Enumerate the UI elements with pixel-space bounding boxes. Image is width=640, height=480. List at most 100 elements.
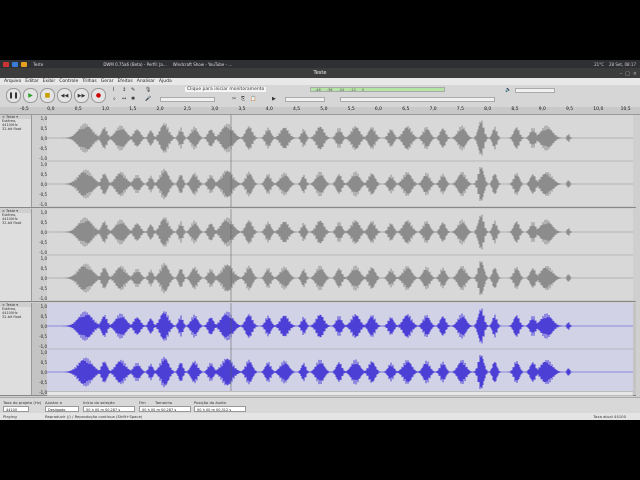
window-titlebar[interactable]: Teste – □ ×: [0, 68, 640, 78]
weather-text: 21°C: [594, 61, 604, 67]
meter-tick: -24: [338, 87, 345, 92]
files-icon[interactable]: [12, 61, 18, 67]
skip-end-button[interactable]: ▶▶: [74, 88, 89, 103]
ruler-tick-label: 5,0: [320, 107, 328, 112]
ruler-tick-label: 7,5: [456, 107, 464, 112]
multi-tool-icon[interactable]: ✱: [131, 96, 135, 102]
meter-tick: 0: [361, 87, 365, 92]
amplitude-scale-label: 1,0: [40, 116, 47, 121]
waveform[interactable]: [47, 209, 633, 301]
menu-efeitos[interactable]: Efeitos: [117, 79, 132, 84]
track-control-panel[interactable]: × Teste ▾ Estéreo, 44100Hz 32-bit float: [0, 209, 32, 301]
menu-ajuda[interactable]: Ajuda: [159, 79, 172, 84]
track-control-panel[interactable]: × Teste ▾ Estéreo, 44100Hz 32-bit float: [0, 115, 32, 207]
stop-button[interactable]: ■: [40, 88, 55, 103]
horizontal-scrollbar[interactable]: [47, 391, 633, 396]
ruler-tick-label: 1,0: [101, 107, 110, 112]
status-bar: Playing Reproduzir (/) / Reprodução cont…: [0, 413, 640, 420]
timeshift-tool-icon[interactable]: ↔: [122, 96, 126, 102]
paste-icon[interactable]: 📋: [250, 96, 256, 102]
menu-trilhas[interactable]: Trilhas: [82, 79, 96, 84]
project-rate-select[interactable]: 44100: [3, 406, 29, 412]
audio-track[interactable]: × Teste ▾ Estéreo, 44100Hz 32-bit float 1,0…: [0, 303, 636, 396]
play-at-speed-icon[interactable]: ▶: [272, 96, 276, 102]
speaker-icon: 🔈: [505, 87, 512, 93]
track-format: 32-bit float: [2, 221, 22, 225]
recording-meter[interactable]: [340, 97, 495, 102]
play-button[interactable]: ▶: [23, 88, 38, 103]
pause-button[interactable]: ❚❚: [6, 88, 21, 103]
ruler-tick-label: 8,5: [511, 107, 519, 112]
playback-speed-slider[interactable]: [285, 97, 325, 102]
scrollbar-thumb[interactable]: [47, 392, 633, 395]
menu-exibir[interactable]: Exibir: [43, 79, 56, 84]
end-radio-label[interactable]: Fim: [139, 400, 146, 405]
skip-end-icon: ▶▶: [77, 92, 86, 99]
menu-arquivo[interactable]: Arquivo: [4, 79, 21, 84]
ruler-tick-label: 3,5: [238, 107, 246, 112]
menu-gerar[interactable]: Gerar: [101, 79, 114, 84]
waveform-channel: [51, 214, 575, 250]
transport-toolbar: ❚❚ ▶ ■ ◀◀ ▶▶ ● I ↕ ✎ ⌕ ↔ ✱ 🎙 Clique para…: [0, 85, 640, 108]
taskbar-item-teste[interactable]: Teste: [33, 62, 43, 67]
playback-volume-slider[interactable]: [515, 88, 555, 93]
amplitude-scale-label: 0,5: [40, 360, 47, 365]
envelope-tool-icon[interactable]: ↕: [122, 87, 126, 93]
amplitude-scale-label: -0,5: [39, 240, 47, 245]
taskbar-item-youtube[interactable]: Windcraft Show - YouTube - ...: [173, 62, 232, 67]
amplitude-scale-label: 0,5: [40, 220, 47, 225]
audio-position-field[interactable]: 00 h 00 m 00,312 s: [194, 406, 246, 412]
mic-volume-icon: 🎤: [145, 96, 152, 102]
amplitude-scale-label: -1,0: [39, 390, 47, 395]
waveform[interactable]: [47, 115, 633, 207]
monitoring-hint[interactable]: Clique para iniciar monitoramento: [185, 87, 267, 92]
amplitude-scale-label: 0,5: [40, 172, 47, 177]
record-meter-icon: 🎙: [145, 87, 152, 93]
record-icon: ●: [95, 92, 102, 99]
playback-meter[interactable]: -48 -36 -24 -12 0: [310, 87, 445, 92]
draw-tool-icon[interactable]: ✎: [131, 87, 135, 93]
timeline-ruler[interactable]: -0,5 0,0 0,5 1,0 1,5 2,0 2,5 3,0 3,5 4,0 4,5 5,0 5,5…: [0, 107, 640, 115]
window-title: Teste: [313, 70, 327, 76]
app-menu-icon[interactable]: [3, 61, 9, 67]
selection-tool-icon[interactable]: I: [113, 87, 114, 93]
menu-controle[interactable]: Controle: [59, 79, 78, 84]
length-radio-label[interactable]: Tamanho: [155, 400, 172, 405]
amplitude-scale-label: -1,0: [39, 344, 47, 349]
amplitude-scale-label: -0,5: [39, 146, 47, 151]
amplitude-scale-label: 1,0: [40, 304, 47, 309]
amplitude-scale-label: 0,0: [40, 182, 47, 187]
ruler-tick-label: 10,5: [620, 107, 631, 112]
skip-start-button[interactable]: ◀◀: [57, 88, 72, 103]
menu-analisar[interactable]: Analisar: [137, 79, 155, 84]
record-button[interactable]: ●: [91, 88, 106, 103]
menu-editar[interactable]: Editar: [25, 79, 38, 84]
selection-end-field[interactable]: 00 h 00 m 00,287 s: [139, 406, 191, 412]
audio-track[interactable]: × Teste ▾ Estéreo, 44100Hz 32-bit float 1,0…: [0, 209, 636, 302]
amplitude-scale-label: 1,0: [40, 256, 47, 261]
taskbar-item-dwm[interactable]: DWM 0.75a6 (Beta) - Perfil: Ja...: [103, 62, 166, 67]
browser-icon[interactable]: [21, 61, 27, 67]
copy-icon[interactable]: ⎘: [241, 96, 245, 102]
stop-icon: ■: [44, 92, 51, 99]
waveform[interactable]: [47, 303, 633, 395]
ruler-tick-label: 5,5: [347, 107, 355, 112]
snap-label: Ajustar a: [45, 400, 62, 405]
amplitude-scale-label: 0,0: [40, 324, 47, 329]
skip-start-icon: ◀◀: [60, 92, 69, 99]
zoom-tool-icon[interactable]: ⌕: [113, 96, 116, 102]
track-control-panel[interactable]: × Teste ▾ Estéreo, 44100Hz 32-bit float: [0, 303, 32, 395]
amplitude-scale-label: 0,5: [40, 266, 47, 271]
rate-label: Taxa do projeto (Hz): [3, 400, 42, 405]
waveform-channel: [50, 167, 575, 201]
audio-track[interactable]: × Teste ▾ Estéreo, 44100Hz 32-bit float 1,0…: [0, 115, 636, 208]
amplitude-scale-label: 0,0: [40, 136, 47, 141]
cut-icon[interactable]: ✂: [232, 96, 236, 102]
ruler-tick-label: 0,5: [74, 107, 82, 112]
selection-start-field[interactable]: 00 h 00 m 00,287 s: [83, 406, 135, 412]
ruler-tick-label: 2,5: [183, 107, 191, 112]
track-format: 32-bit float: [2, 127, 22, 131]
snap-select[interactable]: Desligado: [45, 406, 79, 412]
amplitude-scale-label: 1,0: [40, 210, 47, 215]
recording-volume-slider[interactable]: [160, 97, 215, 102]
